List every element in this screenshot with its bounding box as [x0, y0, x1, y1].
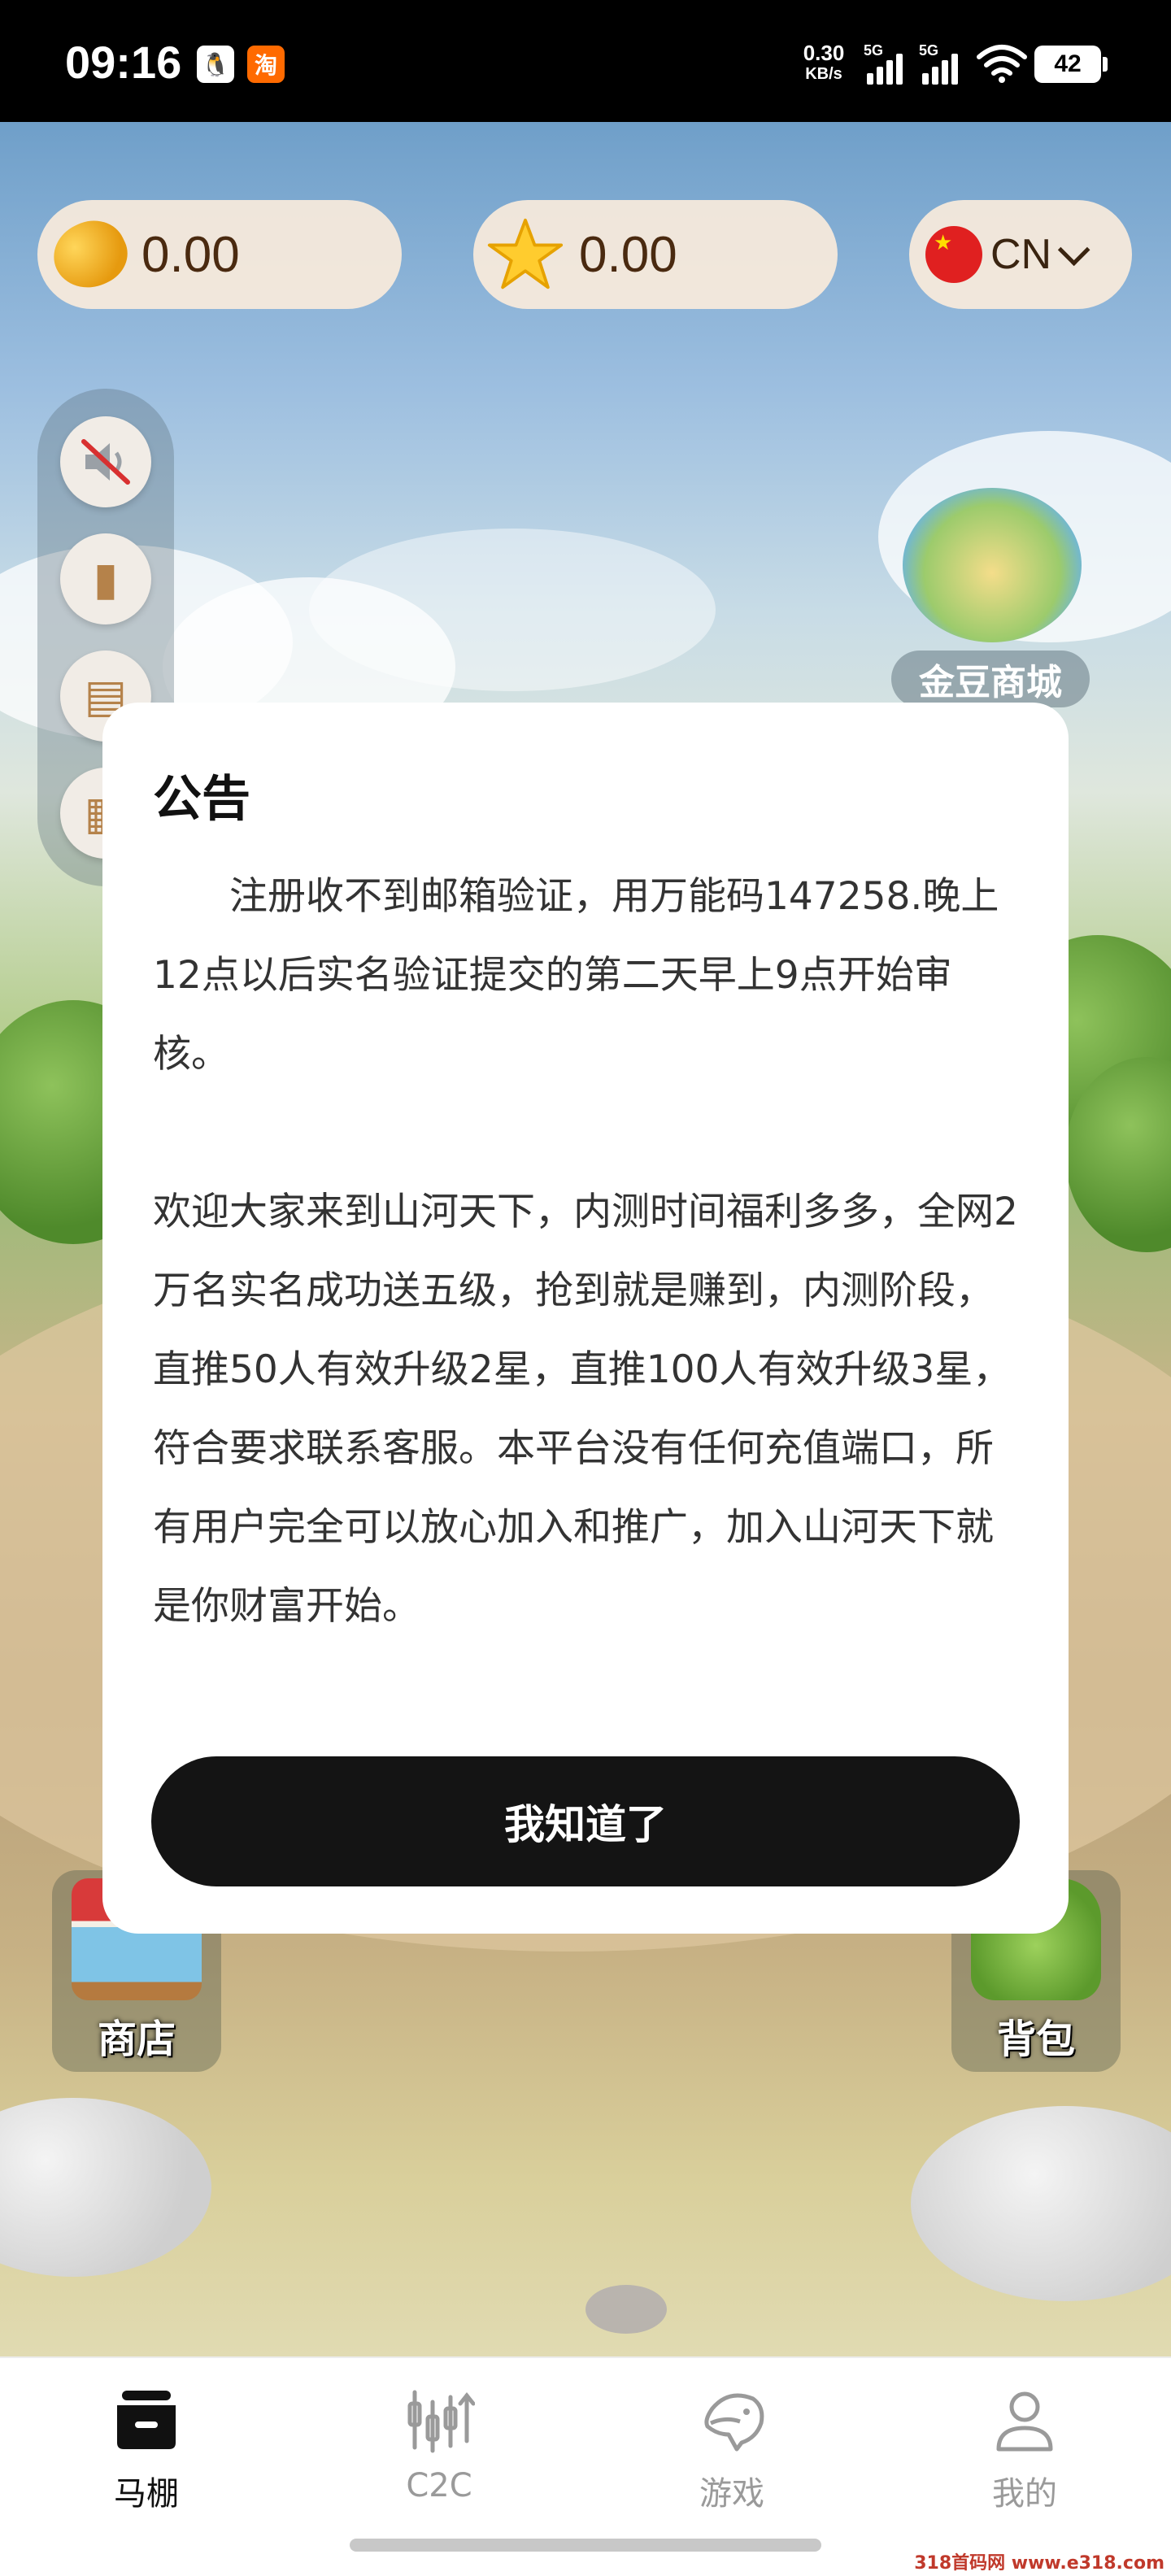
nav-item-games[interactable]: 游戏	[586, 2374, 878, 2529]
language-code: CN	[990, 231, 1052, 278]
star-icon	[487, 218, 564, 289]
stable-icon	[117, 2391, 176, 2449]
signal-tag: 5G	[919, 42, 939, 59]
network-speed-value: 0.30	[803, 41, 845, 65]
guide-book-button[interactable]: ▮	[60, 533, 151, 624]
announcement-paragraph: 欢迎大家来到山河天下，内测时间福利多多，全网2万名实名成功送五级，抢到就是赚到，…	[153, 1190, 1018, 1629]
book-icon: ▮	[93, 552, 119, 606]
watermark: 318首码网 www.e318.com	[914, 2553, 1164, 2574]
cell-signal-icon: 5G	[864, 42, 909, 85]
nav-label: C2C	[406, 2467, 472, 2504]
home-indicator[interactable]	[350, 2539, 821, 2552]
candlestick-icon	[407, 2390, 475, 2453]
horse-head-icon	[704, 2393, 764, 2452]
cell-signal-icon: 5G	[919, 42, 964, 85]
star-value: 0.00	[579, 226, 677, 283]
announcement-body: 注册收不到邮箱验证，用万能码147258.晚上12点以后实名验证提交的第二天早上…	[153, 857, 1018, 1646]
store-label: 商店	[97, 2017, 176, 2062]
signal-tag: 5G	[864, 42, 884, 59]
announcement-title: 公告	[153, 771, 250, 828]
announcement-dialog: 公告 注册收不到邮箱验证，用万能码147258.晚上12点以后实名验证提交的第二…	[102, 703, 1069, 1934]
profile-icon	[996, 2391, 1053, 2452]
status-bar: 09:16 🐧 淘 0.30 KB/s 5G 5G 42	[0, 0, 1171, 122]
nav-item-c2c[interactable]: C2C	[293, 2374, 586, 2529]
chevron-down-icon	[1057, 233, 1090, 267]
gold-bean-mall-label[interactable]: 金豆商城	[891, 651, 1090, 707]
gold-bean-mall-icon[interactable]	[903, 488, 1082, 642]
status-time: 09:16	[65, 37, 182, 88]
speaker-muted-icon	[81, 439, 130, 485]
gold-bean-value: 0.00	[141, 226, 240, 283]
sound-muted-button[interactable]	[60, 416, 151, 507]
china-flag-icon	[925, 226, 982, 283]
nav-item-profile[interactable]: 我的	[878, 2374, 1171, 2529]
network-speed-unit: KB/s	[805, 65, 842, 83]
nav-label: 我的	[992, 2475, 1057, 2513]
nav-item-stable[interactable]: 马棚	[0, 2374, 293, 2529]
acknowledge-button[interactable]: 我知道了	[151, 1756, 1020, 1886]
qq-icon: 🐧	[197, 46, 234, 83]
gold-bean-balance[interactable]: 0.00	[37, 200, 402, 309]
language-selector[interactable]: CN	[909, 200, 1132, 309]
wifi-icon	[977, 45, 1027, 83]
network-speed: 0.30 KB/s	[795, 42, 852, 85]
taobao-icon: 淘	[247, 46, 285, 83]
nav-label: 马棚	[114, 2475, 179, 2513]
nav-label: 游戏	[699, 2475, 764, 2513]
announcement-paragraph: 注册收不到邮箱验证，用万能码147258.晚上12点以后实名验证提交的第二天早上…	[153, 874, 999, 1077]
star-balance[interactable]: 0.00	[473, 200, 838, 309]
gold-bean-icon	[43, 209, 137, 300]
backpack-label: 背包	[996, 2017, 1075, 2062]
battery-icon: 42	[1034, 46, 1108, 83]
